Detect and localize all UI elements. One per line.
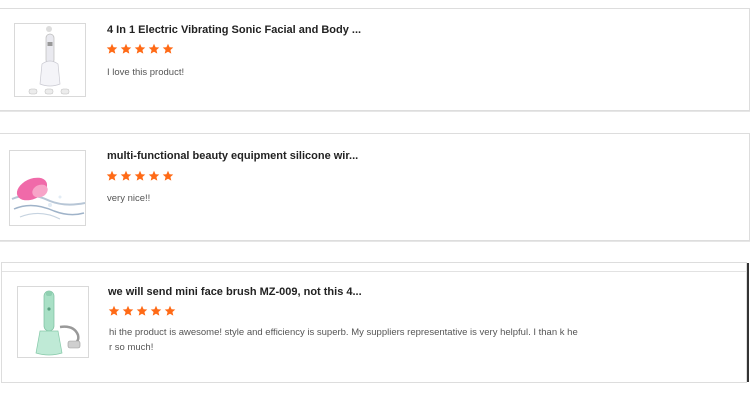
star-rating [108, 305, 176, 317]
star-icon [108, 305, 120, 316]
star-rating [106, 170, 174, 182]
reviews-page: 4 In 1 Electric Vibrating Sonic Facial a… [0, 0, 750, 400]
star-icon [106, 170, 118, 181]
mini-face-brush-image [35, 290, 81, 356]
product-thumbnail[interactable] [9, 150, 86, 226]
star-icon [120, 170, 132, 181]
product-title[interactable]: multi-functional beauty equipment silico… [107, 150, 358, 162]
star-icon [148, 170, 160, 181]
star-icon [120, 43, 132, 54]
silicone-brush-image [11, 177, 85, 220]
star-icon [164, 305, 176, 316]
review-comment: hi the product is awesome! style and eff… [109, 327, 578, 353]
star-icon [148, 43, 160, 54]
divider [747, 263, 749, 382]
review-card: we will send mini face brush MZ-009, not… [1, 262, 749, 383]
product-thumbnail[interactable] [17, 286, 89, 358]
star-icon [162, 43, 174, 54]
star-icon [136, 305, 148, 316]
review-card: 4 In 1 Electric Vibrating Sonic Facial a… [0, 8, 750, 111]
star-icon [150, 305, 162, 316]
review-card: multi-functional beauty equipment silico… [0, 133, 750, 241]
review-comment: I love this product! [107, 67, 185, 78]
review-comment: very nice!! [107, 193, 151, 204]
product-title[interactable]: 4 In 1 Electric Vibrating Sonic Facial a… [107, 24, 361, 36]
divider [2, 271, 746, 272]
star-icon [134, 43, 146, 54]
product-title[interactable]: we will send mini face brush MZ-009, not… [108, 286, 362, 298]
star-icon [134, 170, 146, 181]
product-thumbnail[interactable] [14, 23, 86, 97]
star-icon [122, 305, 134, 316]
star-icon [106, 43, 118, 54]
facial-brush-device-image [28, 26, 70, 95]
star-rating [106, 43, 174, 55]
star-icon [162, 170, 174, 181]
